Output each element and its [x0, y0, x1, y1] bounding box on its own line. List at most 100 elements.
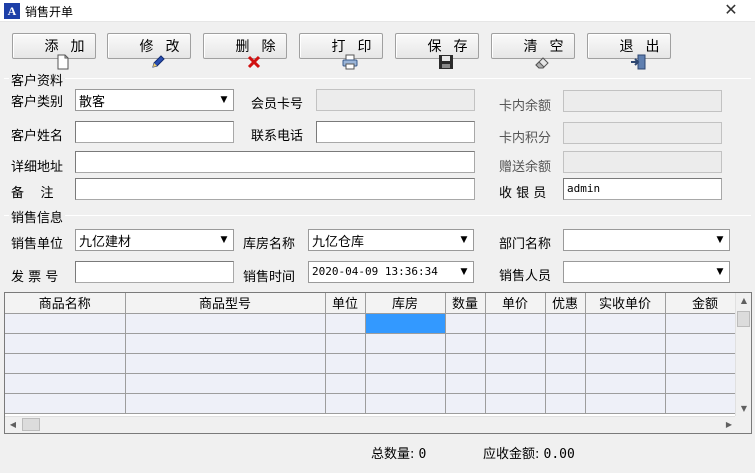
table-cell[interactable] — [585, 313, 666, 334]
table-cell[interactable] — [325, 333, 366, 354]
table-cell[interactable] — [445, 353, 486, 374]
add-button[interactable]: 添 加 — [12, 33, 96, 70]
vertical-scrollbar[interactable]: ▲ ▼ — [735, 293, 751, 417]
table-row[interactable] — [5, 373, 751, 394]
table-cell[interactable] — [585, 393, 666, 414]
table-cell[interactable] — [585, 353, 666, 374]
table-row[interactable] — [5, 333, 751, 354]
product-table: 商品名称 商品型号 单位 库房 数量 单价 优惠 实收单价 金额 — [5, 293, 751, 414]
window-close-button[interactable]: ✕ — [707, 0, 755, 22]
column-header[interactable]: 单价 — [485, 293, 546, 314]
column-header[interactable]: 库房 — [365, 293, 446, 314]
customer-name-label: 客户姓名 — [11, 129, 64, 144]
customer-name-field[interactable] — [75, 121, 234, 143]
table-cell[interactable] — [325, 353, 366, 374]
column-header[interactable]: 优惠 — [545, 293, 586, 314]
toolbar: 添 加 修 改 删 除 打 印 保 存 清 空 退 出 — [0, 22, 755, 70]
table-cell[interactable] — [325, 373, 366, 394]
department-select[interactable]: ▼ — [563, 229, 730, 251]
table-cell[interactable] — [485, 353, 546, 374]
warehouse-select[interactable]: 九亿仓库 ▼ — [308, 229, 474, 251]
exit-door-icon — [598, 38, 646, 70]
scroll-down-arrow-icon[interactable]: ▼ — [736, 401, 751, 417]
salesperson-select[interactable]: ▼ — [563, 261, 730, 283]
table-row[interactable] — [5, 313, 751, 334]
table-cell[interactable] — [445, 313, 486, 334]
table-row[interactable] — [5, 353, 751, 374]
chevron-down-icon: ▼ — [216, 91, 232, 109]
table-cell[interactable] — [545, 373, 586, 394]
table-cell[interactable] — [585, 333, 666, 354]
scroll-up-arrow-icon[interactable]: ▲ — [736, 293, 751, 309]
delete-button[interactable]: 删 除 — [203, 33, 287, 69]
table-cell[interactable] — [545, 333, 586, 354]
table-cell[interactable] — [5, 313, 126, 334]
table-cell[interactable] — [665, 373, 746, 394]
table-cell[interactable] — [485, 393, 546, 414]
table-row[interactable] — [5, 393, 751, 414]
salesperson-label: 销售人员 — [499, 269, 552, 284]
window-title: 销售开单 — [25, 5, 74, 19]
table-cell[interactable] — [5, 353, 126, 374]
horizontal-scroll-thumb[interactable] — [22, 418, 40, 431]
contact-phone-field[interactable] — [316, 121, 475, 143]
save-button[interactable]: 保 存 — [395, 33, 479, 69]
column-header[interactable]: 单位 — [325, 293, 366, 314]
printer-icon — [310, 38, 358, 70]
table-cell[interactable] — [445, 373, 486, 394]
table-cell[interactable] — [125, 333, 326, 354]
table-cell[interactable] — [485, 333, 546, 354]
table-cell[interactable] — [585, 373, 666, 394]
address-field[interactable] — [75, 151, 475, 173]
table-cell[interactable] — [5, 373, 126, 394]
table-cell[interactable] — [125, 313, 326, 334]
table-cell[interactable] — [545, 393, 586, 414]
table-cell[interactable] — [665, 393, 746, 414]
card-balance-field — [563, 90, 722, 112]
sales-time-picker[interactable]: 2020-04-09 13:36:34 ▼ — [308, 261, 474, 283]
table-cell[interactable] — [365, 353, 446, 374]
sales-unit-select[interactable]: 九亿建材 ▼ — [75, 229, 234, 251]
scroll-left-arrow-icon[interactable]: ◀ — [5, 417, 21, 433]
horizontal-scrollbar[interactable]: ◀ ▶ — [5, 416, 737, 433]
table-cell[interactable] — [545, 353, 586, 374]
product-grid[interactable]: 商品名称 商品型号 单位 库房 数量 单价 优惠 实收单价 金额 ▲ ▼ ◀ ▶ — [4, 292, 752, 434]
clear-button[interactable]: 清 空 — [491, 33, 575, 69]
vertical-scroll-thumb[interactable] — [737, 311, 750, 327]
remark-field[interactable] — [75, 178, 475, 200]
table-cell[interactable] — [365, 333, 446, 354]
table-cell[interactable] — [665, 353, 746, 374]
delete-x-icon — [214, 38, 261, 69]
customer-type-select[interactable]: 散客 ▼ — [75, 89, 234, 111]
table-cell[interactable] — [125, 353, 326, 374]
title-bar: A 销售开单 ✕ — [0, 0, 755, 22]
table-cell[interactable] — [5, 393, 126, 414]
selected-cell[interactable] — [365, 313, 446, 334]
edit-button[interactable]: 修 改 — [107, 33, 191, 68]
table-cell[interactable] — [545, 313, 586, 334]
card-points-label: 卡内积分 — [499, 131, 552, 146]
member-card-field[interactable] — [316, 89, 475, 111]
column-header[interactable]: 实收单价 — [585, 293, 666, 314]
column-header[interactable]: 商品型号 — [125, 293, 326, 314]
table-cell[interactable] — [485, 313, 546, 334]
table-cell[interactable] — [665, 333, 746, 354]
table-cell[interactable] — [665, 313, 746, 334]
invoice-field[interactable] — [75, 261, 234, 283]
table-cell[interactable] — [325, 313, 366, 334]
print-button[interactable]: 打 印 — [299, 33, 383, 70]
table-cell[interactable] — [445, 333, 486, 354]
column-header[interactable]: 金额 — [665, 293, 746, 314]
table-cell[interactable] — [365, 393, 446, 414]
table-cell[interactable] — [125, 373, 326, 394]
table-cell[interactable] — [125, 393, 326, 414]
cashier-field[interactable]: admin — [563, 178, 722, 200]
table-cell[interactable] — [485, 373, 546, 394]
table-cell[interactable] — [365, 373, 446, 394]
table-cell[interactable] — [445, 393, 486, 414]
column-header[interactable]: 商品名称 — [5, 293, 126, 314]
exit-button[interactable]: 退 出 — [587, 33, 671, 70]
table-cell[interactable] — [325, 393, 366, 414]
table-cell[interactable] — [5, 333, 126, 354]
column-header[interactable]: 数量 — [445, 293, 486, 314]
